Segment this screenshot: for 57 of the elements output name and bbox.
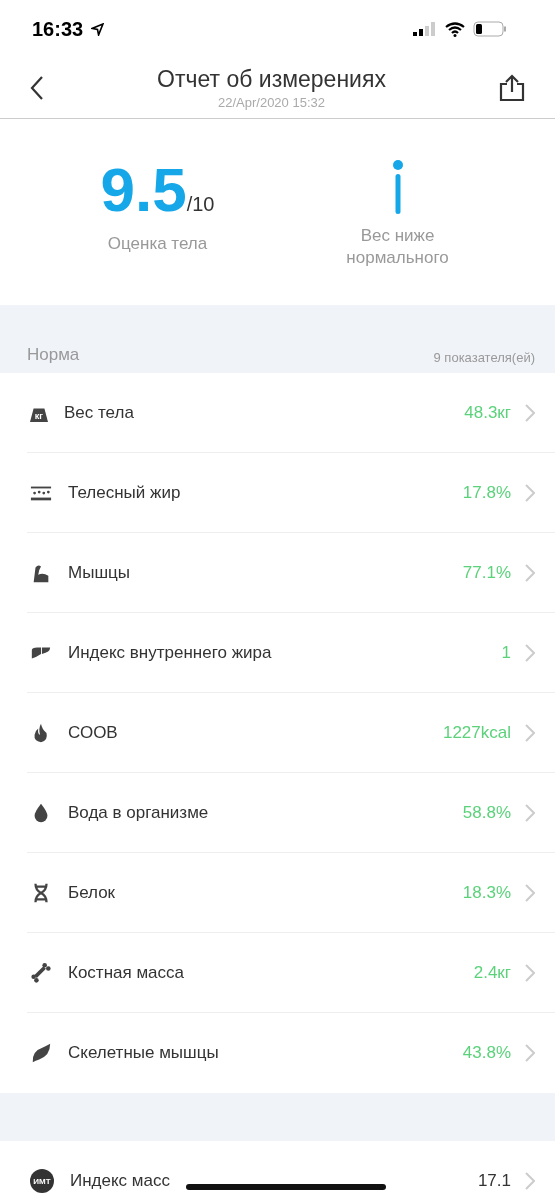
metric-label: Телесный жир <box>68 483 181 503</box>
battery-icon <box>473 21 507 37</box>
chevron-icon <box>525 564 535 582</box>
chevron-icon <box>525 484 535 502</box>
metric-value: 77.1% <box>462 563 511 583</box>
wifi-icon <box>445 21 465 37</box>
page-title: Отчет об измерениях <box>157 66 386 93</box>
body-score: 9.5/10 <box>100 159 215 221</box>
score-label: Оценка тела <box>107 233 208 255</box>
back-button[interactable] <box>30 75 44 101</box>
metric-value: 18.3% <box>462 883 511 903</box>
metric-value: 43.8% <box>462 1043 511 1063</box>
metric-label: Белок <box>68 883 116 903</box>
metric-label: Вода в организме <box>68 803 209 823</box>
metric-row[interactable]: Костная масса 2.4кг <box>0 933 555 1013</box>
metric-row[interactable]: Мышцы 77.1% <box>0 533 555 613</box>
metric-row[interactable]: Вода в организме 58.8% <box>0 773 555 853</box>
status-time: 16:33 <box>32 17 84 41</box>
metric-value: 1 <box>501 643 511 663</box>
metric-value: 58.8% <box>462 803 511 823</box>
measurement-date: 22/Apr/2020 15:32 <box>218 95 325 110</box>
metric-row[interactable]: кг Вес тела 48.3кг <box>0 373 555 453</box>
metric-label: Индекс масс <box>70 1171 170 1191</box>
metric-value: 2.4кг <box>473 963 511 983</box>
chevron-icon <box>525 884 535 902</box>
chevron-icon <box>525 1172 535 1190</box>
metric-label: Вес тела <box>64 403 134 423</box>
metric-row[interactable]: Белок 18.3% <box>0 853 555 933</box>
metric-label: Мышцы <box>68 563 130 583</box>
section-title: Норма <box>27 345 80 365</box>
body-figure-icon <box>390 159 405 215</box>
metric-row[interactable]: СООВ 1227kcal <box>0 693 555 773</box>
body-type-label: Вес ниже нормального <box>345 225 450 270</box>
metric-row[interactable]: Телесный жир 17.8% <box>0 453 555 533</box>
metric-value: 17.8% <box>462 483 511 503</box>
chevron-icon <box>525 724 535 742</box>
chevron-icon <box>525 644 535 662</box>
metric-label: Скелетные мышцы <box>68 1043 219 1063</box>
metric-label: Костная масса <box>68 963 184 983</box>
metric-value: 48.3кг <box>464 403 511 423</box>
section-count: 9 показателя(ей) <box>433 350 535 365</box>
metric-row[interactable]: Индекс внутреннего жира 1 <box>0 613 555 693</box>
chevron-icon <box>525 964 535 982</box>
muscle-fiber-icon <box>30 1042 52 1064</box>
chevron-icon <box>525 804 535 822</box>
bmi-icon: ИМТ <box>30 1169 54 1193</box>
bone-icon <box>30 962 52 984</box>
location-arrow-icon <box>91 22 105 36</box>
chevron-icon <box>525 404 535 422</box>
share-button[interactable] <box>499 74 525 102</box>
signal-icon <box>413 22 437 36</box>
metric-row[interactable]: Скелетные мышцы 43.8% <box>0 1013 555 1093</box>
metric-label: Индекс внутреннего жира <box>68 643 272 663</box>
chevron-icon <box>525 1044 535 1062</box>
metric-label: СООВ <box>68 723 118 743</box>
metric-value: 17.1 <box>477 1171 511 1191</box>
metric-value: 1227kcal <box>442 723 511 743</box>
